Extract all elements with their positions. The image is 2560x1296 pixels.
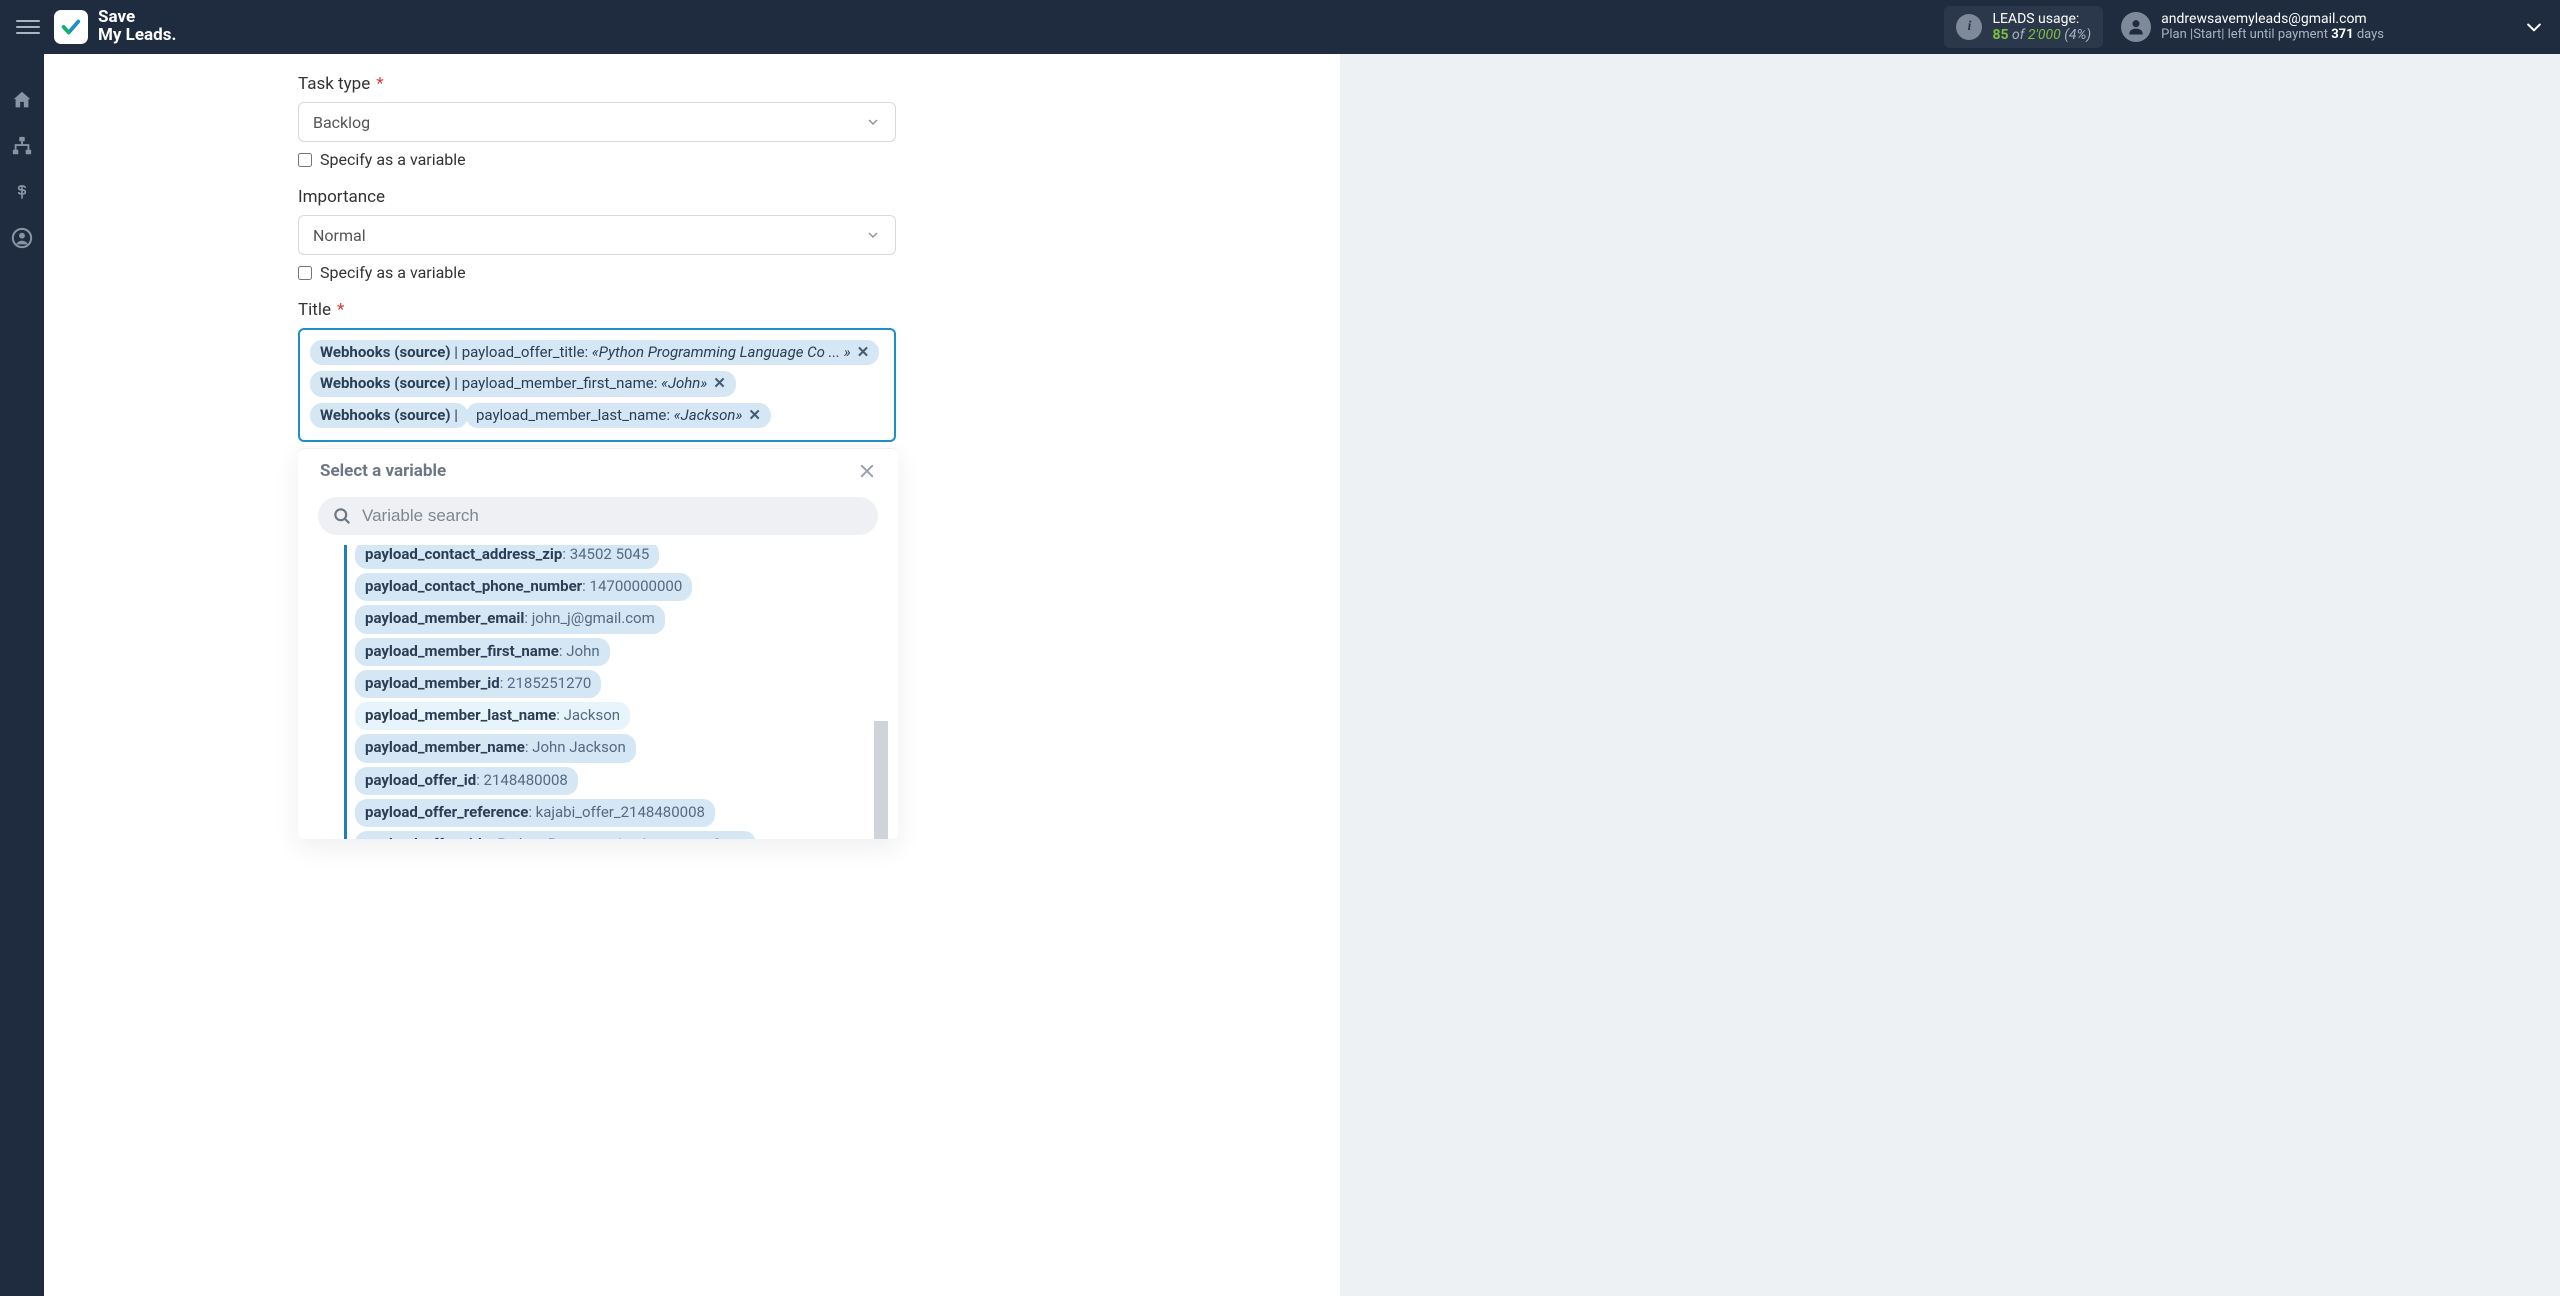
variable-list: payload_contact_address_zip: 34502 5045 p…	[344, 545, 882, 839]
dollar-icon[interactable]	[8, 178, 36, 206]
importance-field: Importance Normal Specify as a variable	[298, 187, 1316, 282]
user-icon[interactable]	[8, 224, 36, 252]
account-email: andrewsavemyleads@gmail.com	[2161, 11, 2384, 27]
importance-specify-variable[interactable]: Specify as a variable	[298, 263, 1316, 282]
variable-option[interactable]: payload_contact_phone_number: 1470000000…	[355, 573, 692, 601]
usage-label: LEADS usage:	[1992, 11, 2091, 27]
logo-check-icon	[54, 10, 88, 44]
scroll-thumb[interactable]	[874, 721, 888, 839]
account-section[interactable]: andrewsavemyleads@gmail.com Plan |Start|…	[2121, 11, 2384, 42]
main-card: Task type* Backlog Specify as a variable…	[44, 54, 1340, 1296]
home-icon[interactable]	[8, 86, 36, 114]
title-chip[interactable]: Webhooks (source) | payload_offer_title:…	[310, 340, 879, 365]
variable-option[interactable]: payload_member_last_name: Jackson	[355, 702, 630, 730]
variable-option[interactable]: payload_offer_title: Python Programming …	[355, 831, 756, 839]
title-label: Title*	[298, 300, 1316, 320]
account-chevron-down-icon[interactable]	[2524, 17, 2544, 37]
variable-option[interactable]: payload_offer_id: 2148480008	[355, 767, 578, 795]
left-sidebar	[0, 54, 44, 1296]
chip-remove-icon[interactable]: ✕	[713, 373, 726, 393]
importance-value: Normal	[313, 226, 366, 245]
leads-usage-badge[interactable]: i LEADS usage: 85 of 2'000 (4%)	[1944, 6, 2103, 48]
task-type-select[interactable]: Backlog	[298, 102, 896, 142]
variable-list-scrollbar[interactable]	[874, 545, 888, 839]
plan-info: Plan |Start| left until payment 371 days	[2161, 28, 2384, 43]
title-field: Title* Webhooks (source) | payload_offer…	[298, 300, 1316, 839]
info-icon: i	[1956, 14, 1982, 40]
chevron-down-icon	[865, 114, 881, 130]
variable-search[interactable]	[318, 497, 878, 535]
variable-option[interactable]: payload_member_email: john_j@gmail.com	[355, 605, 665, 633]
usage-numbers: 85 of 2'000 (4%)	[1992, 27, 2091, 43]
brand-text: Save My Leads.	[98, 9, 176, 45]
task-type-specify-variable[interactable]: Specify as a variable	[298, 150, 1316, 169]
usage-text: LEADS usage: 85 of 2'000 (4%)	[1992, 11, 2091, 43]
importance-specify-checkbox[interactable]	[298, 266, 312, 280]
variable-selector-panel: Select a variable payload_contact_	[298, 448, 898, 839]
title-input[interactable]: Webhooks (source) | payload_offer_title:…	[298, 328, 896, 442]
task-type-value: Backlog	[313, 113, 370, 132]
task-type-field: Task type* Backlog Specify as a variable	[298, 74, 1316, 169]
task-type-specify-checkbox[interactable]	[298, 153, 312, 167]
chip-remove-icon[interactable]: ✕	[857, 342, 870, 362]
variable-option[interactable]: payload_offer_reference: kajabi_offer_21…	[355, 799, 715, 827]
importance-label: Importance	[298, 187, 1316, 207]
importance-select[interactable]: Normal	[298, 215, 896, 255]
variable-option[interactable]: payload_contact_address_zip: 34502 5045	[355, 545, 659, 569]
sitemap-icon[interactable]	[8, 132, 36, 160]
variable-option[interactable]: payload_member_name: John Jackson	[355, 734, 636, 762]
title-chip[interactable]: Webhooks (source) |	[310, 403, 468, 428]
brand-logo[interactable]: Save My Leads.	[54, 9, 176, 45]
chip-remove-icon[interactable]: ✕	[748, 405, 761, 425]
variable-search-input[interactable]	[362, 506, 864, 526]
close-icon[interactable]	[858, 462, 876, 480]
variable-option[interactable]: payload_member_first_name: John	[355, 638, 610, 666]
top-header: Save My Leads. i LEADS usage: 85 of 2'00…	[0, 0, 2560, 54]
search-icon	[332, 506, 352, 526]
account-text: andrewsavemyleads@gmail.com Plan |Start|…	[2161, 11, 2384, 42]
variable-panel-title: Select a variable	[320, 461, 446, 481]
avatar-icon	[2121, 12, 2151, 42]
menu-burger-icon[interactable]	[16, 15, 40, 39]
task-type-label: Task type*	[298, 74, 1316, 94]
title-chip-cont[interactable]: payload_member_last_name: «Jackson» ✕	[466, 403, 771, 428]
chevron-down-icon	[865, 227, 881, 243]
title-chip[interactable]: Webhooks (source) | payload_member_first…	[310, 371, 736, 396]
variable-option[interactable]: payload_member_id: 2185251270	[355, 670, 601, 698]
